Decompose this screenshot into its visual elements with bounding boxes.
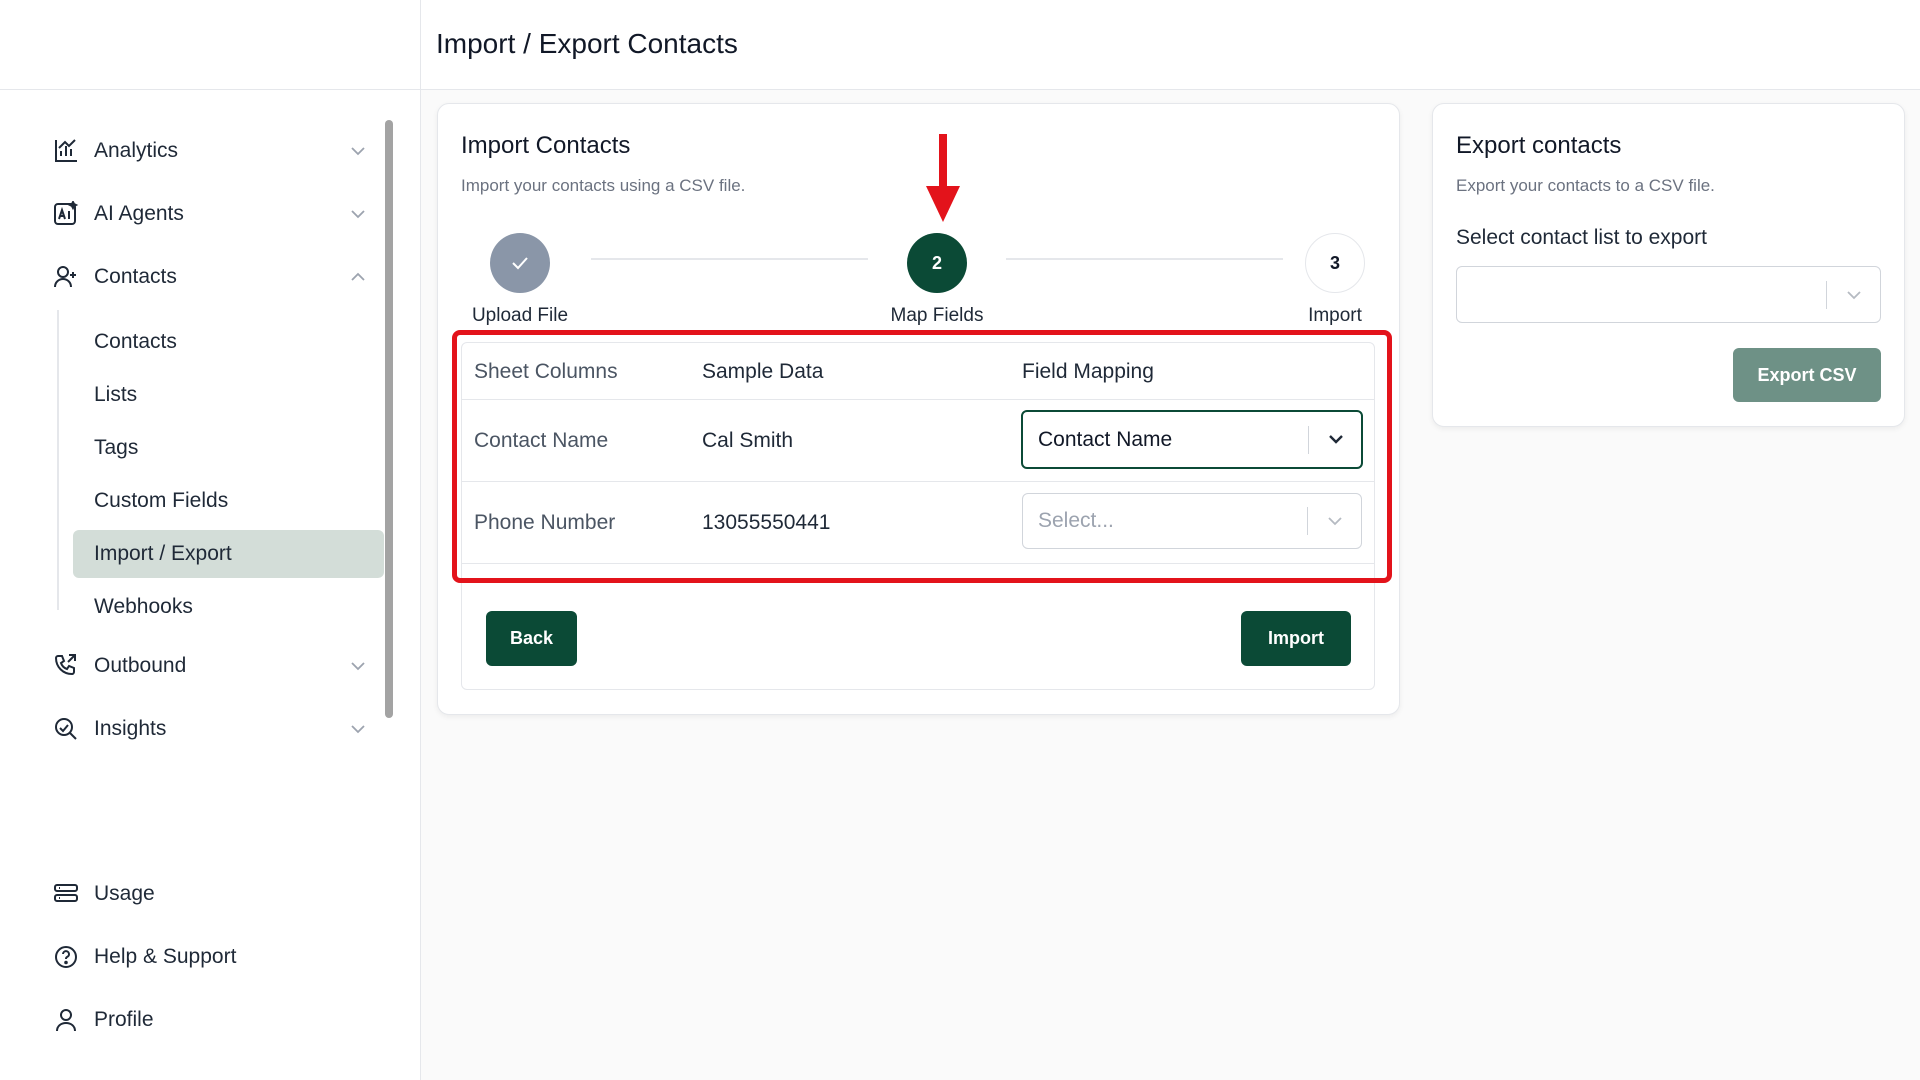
nav-label: Profile: [94, 1008, 154, 1031]
select-divider: [1826, 281, 1827, 309]
sub-item-contacts[interactable]: Contacts: [73, 318, 384, 366]
header-sample-data: Sample Data: [702, 360, 824, 383]
export-contact-list-select[interactable]: [1456, 266, 1881, 323]
select-divider: [1308, 426, 1309, 454]
import-card-title: Import Contacts: [461, 132, 631, 159]
step-1-label: Upload File: [471, 305, 569, 326]
nav-item-analytics[interactable]: Analytics: [52, 129, 370, 173]
import-card-subtitle: Import your contacts using a CSV file.: [461, 176, 746, 195]
table-divider: [462, 399, 1374, 400]
table-divider: [462, 563, 1374, 564]
nav-label: Help & Support: [94, 945, 237, 968]
help-icon: [52, 943, 80, 971]
annotation-arrow-icon: [926, 134, 960, 222]
sub-item-import-export[interactable]: Import / Export: [73, 530, 384, 578]
step-1-circle: [490, 233, 550, 293]
sidebar: Analytics AI Agents Contacts Contacts Li…: [0, 0, 421, 1080]
chevron-down-icon: [1328, 517, 1342, 526]
step-number: 3: [1329, 252, 1340, 273]
back-button[interactable]: Back: [486, 611, 577, 666]
top-bar: Import / Export Contacts: [421, 0, 1920, 90]
chevron-down-icon: [351, 662, 365, 671]
export-card-title: Export contacts: [1456, 132, 1622, 159]
export-select-label: Select contact list to export: [1456, 226, 1707, 249]
nav-label: AI Agents: [94, 202, 184, 225]
step-2-label: Map Fields: [890, 305, 984, 326]
sidebar-header: [0, 0, 420, 90]
chevron-down-icon: [351, 210, 365, 219]
contacts-icon: [52, 263, 80, 291]
chevron-down-icon: [351, 725, 365, 734]
stepper-connector: [1006, 258, 1283, 260]
check-icon: [512, 257, 528, 270]
page-title: Import / Export Contacts: [436, 28, 738, 59]
sub-item-label: Custom Fields: [94, 489, 229, 512]
chevron-up-icon: [351, 272, 365, 281]
row-1-column: Contact Name: [474, 429, 609, 452]
sub-item-label: Tags: [94, 436, 139, 459]
row-2-field-mapping-select[interactable]: Select...: [1022, 493, 1362, 549]
sub-item-label: Contacts: [94, 330, 177, 353]
submenu-rail: [57, 310, 59, 610]
header-field-mapping: Field Mapping: [1022, 360, 1154, 383]
nav-label: Outbound: [94, 654, 187, 677]
chevron-down-icon: [1329, 435, 1343, 444]
step-3-label: Import: [1308, 305, 1362, 326]
sidebar-scrollbar[interactable]: [385, 120, 393, 718]
sub-item-label: Lists: [94, 383, 138, 406]
nav-item-help-support[interactable]: Help & Support: [52, 935, 370, 979]
sub-item-label: Import / Export: [94, 542, 232, 565]
nav-item-usage[interactable]: Usage: [52, 872, 370, 916]
usage-icon: [52, 880, 80, 908]
select-divider: [1307, 507, 1308, 535]
export-card-subtitle: Export your contacts to a CSV file.: [1456, 176, 1715, 195]
sub-item-custom-fields[interactable]: Custom Fields: [73, 477, 384, 525]
table-divider: [462, 481, 1374, 482]
import-button[interactable]: Import: [1241, 611, 1351, 666]
ai-agents-icon: [52, 200, 80, 228]
analytics-icon: [52, 137, 80, 165]
nav-item-insights[interactable]: Insights: [52, 707, 370, 751]
chevron-down-icon: [351, 147, 365, 156]
step-3-circle: 3: [1305, 233, 1365, 293]
nav-item-contacts[interactable]: Contacts: [52, 255, 370, 299]
profile-icon: [52, 1006, 80, 1034]
sub-item-tags[interactable]: Tags: [73, 424, 384, 472]
row-2-column: Phone Number: [474, 511, 616, 534]
nav-label: Analytics: [94, 139, 179, 162]
row-2-sample: 13055550441: [702, 511, 831, 534]
step-number: 2: [931, 252, 942, 273]
export-csv-button[interactable]: Export CSV: [1733, 348, 1881, 402]
nav-label: Contacts: [94, 265, 177, 288]
row-1-field-mapping-select[interactable]: Contact Name: [1021, 410, 1363, 469]
select-value: Contact Name: [1038, 427, 1173, 451]
stepper-connector: [591, 258, 868, 260]
outbound-icon: [52, 652, 80, 680]
nav-item-ai-agents[interactable]: AI Agents: [52, 192, 370, 236]
header-sheet-columns: Sheet Columns: [474, 360, 618, 383]
sub-item-webhooks[interactable]: Webhooks: [73, 583, 384, 631]
sub-item-label: Webhooks: [94, 595, 193, 618]
sub-item-lists[interactable]: Lists: [73, 371, 384, 419]
select-placeholder: Select...: [1038, 509, 1114, 532]
chevron-down-icon: [1847, 291, 1861, 300]
row-1-sample: Cal Smith: [702, 429, 794, 452]
nav-item-profile[interactable]: Profile: [52, 998, 370, 1042]
step-2-circle: 2: [907, 233, 967, 293]
nav-item-outbound[interactable]: Outbound: [52, 644, 370, 688]
insights-icon: [52, 715, 80, 743]
nav-label: Insights: [94, 717, 167, 740]
nav-label: Usage: [94, 882, 155, 905]
